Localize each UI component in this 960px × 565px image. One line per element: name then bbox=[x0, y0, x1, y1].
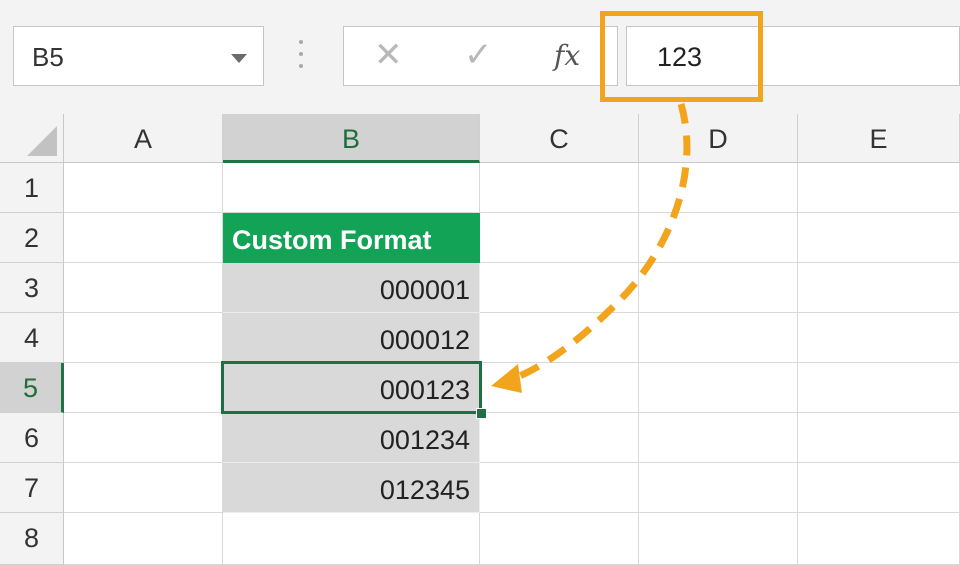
cell-c5[interactable] bbox=[480, 363, 639, 413]
cell-c8[interactable] bbox=[480, 513, 639, 565]
column-header-b[interactable]: B bbox=[223, 114, 480, 163]
cell-a8[interactable] bbox=[64, 513, 223, 565]
cell-e4[interactable] bbox=[798, 313, 960, 363]
row-header-2[interactable]: 2 bbox=[0, 213, 64, 263]
cell-b1[interactable] bbox=[223, 163, 480, 213]
cell-a1[interactable] bbox=[64, 163, 223, 213]
cell-d7[interactable] bbox=[639, 463, 798, 513]
cell-d1[interactable] bbox=[639, 163, 798, 213]
row-header-6[interactable]: 6 bbox=[0, 413, 64, 463]
cell-b3[interactable]: 000001 bbox=[223, 263, 480, 313]
cell-c3[interactable] bbox=[480, 263, 639, 313]
cell-c6[interactable] bbox=[480, 413, 639, 463]
cell-d2[interactable] bbox=[639, 213, 798, 263]
cell-b5[interactable]: 000123 bbox=[223, 363, 480, 413]
cell-e7[interactable] bbox=[798, 463, 960, 513]
cell-c1[interactable] bbox=[480, 163, 639, 213]
column-header-e[interactable]: E bbox=[798, 114, 960, 163]
cell-a7[interactable] bbox=[64, 463, 223, 513]
cell-d8[interactable] bbox=[639, 513, 798, 565]
checkmark-icon[interactable]: ✓ bbox=[464, 35, 493, 75]
cell-d4[interactable] bbox=[639, 313, 798, 363]
cell-e2[interactable] bbox=[798, 213, 960, 263]
row-header-8[interactable]: 8 bbox=[0, 513, 64, 565]
cell-b2[interactable]: Custom Format bbox=[223, 213, 480, 263]
formula-value: 123 bbox=[657, 42, 703, 72]
cell-b6[interactable]: 001234 bbox=[223, 413, 480, 463]
row-header-3[interactable]: 3 bbox=[0, 263, 64, 313]
cell-e3[interactable] bbox=[798, 263, 960, 313]
cell-c7[interactable] bbox=[480, 463, 639, 513]
cell-e1[interactable] bbox=[798, 163, 960, 213]
formula-input[interactable]: 123 bbox=[626, 26, 960, 86]
name-box[interactable]: B5 bbox=[13, 26, 264, 86]
cell-c4[interactable] bbox=[480, 313, 639, 363]
cell-b8[interactable] bbox=[223, 513, 480, 565]
cell-a3[interactable] bbox=[64, 263, 223, 313]
cell-a2[interactable] bbox=[64, 213, 223, 263]
column-header-a[interactable]: A bbox=[64, 114, 223, 163]
row-header-7[interactable]: 7 bbox=[0, 463, 64, 513]
formula-bar-area: B5 ✕ ✓ fx 123 bbox=[0, 0, 960, 115]
cell-e6[interactable] bbox=[798, 413, 960, 463]
cell-e8[interactable] bbox=[798, 513, 960, 565]
cancel-icon[interactable]: ✕ bbox=[374, 35, 403, 75]
cell-c2[interactable] bbox=[480, 213, 639, 263]
cell-a5[interactable] bbox=[64, 363, 223, 413]
cell-d6[interactable] bbox=[639, 413, 798, 463]
select-all-button[interactable] bbox=[0, 114, 64, 163]
row-header-5[interactable]: 5 bbox=[0, 363, 64, 413]
drag-handle-icon[interactable] bbox=[298, 40, 304, 74]
chevron-down-icon[interactable] bbox=[231, 54, 247, 63]
cell-b7[interactable]: 012345 bbox=[223, 463, 480, 513]
name-box-value: B5 bbox=[32, 42, 64, 72]
cell-e5[interactable] bbox=[798, 363, 960, 413]
cell-a6[interactable] bbox=[64, 413, 223, 463]
fill-handle[interactable] bbox=[476, 408, 487, 419]
row-header-1[interactable]: 1 bbox=[0, 163, 64, 213]
cell-b4[interactable]: 000012 bbox=[223, 313, 480, 363]
column-header-d[interactable]: D bbox=[639, 114, 798, 163]
column-header-c[interactable]: C bbox=[480, 114, 639, 163]
select-all-icon bbox=[27, 126, 57, 156]
cell-a4[interactable] bbox=[64, 313, 223, 363]
row-header-4[interactable]: 4 bbox=[0, 313, 64, 363]
cell-d3[interactable] bbox=[639, 263, 798, 313]
formula-commands: ✕ ✓ fx bbox=[343, 26, 618, 86]
insert-function-icon[interactable]: fx bbox=[554, 39, 580, 72]
cell-d5[interactable] bbox=[639, 363, 798, 413]
